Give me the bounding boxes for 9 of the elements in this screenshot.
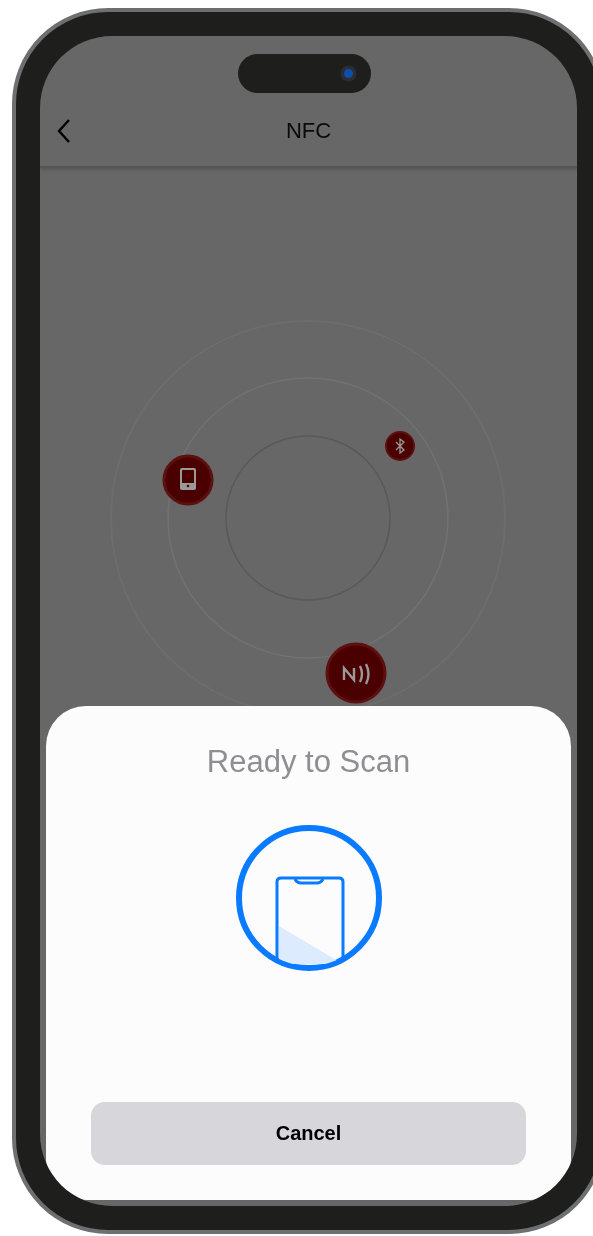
phone-scan-icon xyxy=(234,824,383,972)
nfc-device-icon[interactable] xyxy=(325,642,387,704)
tablet-device-icon[interactable] xyxy=(162,454,214,506)
bluetooth-device-icon[interactable] xyxy=(385,431,415,461)
cancel-button[interactable]: Cancel xyxy=(91,1102,526,1165)
sheet-title: Ready to Scan xyxy=(206,744,411,780)
camera-lens-icon xyxy=(340,65,357,82)
back-chevron-icon xyxy=(56,118,72,144)
screen-title: NFC xyxy=(285,118,332,144)
